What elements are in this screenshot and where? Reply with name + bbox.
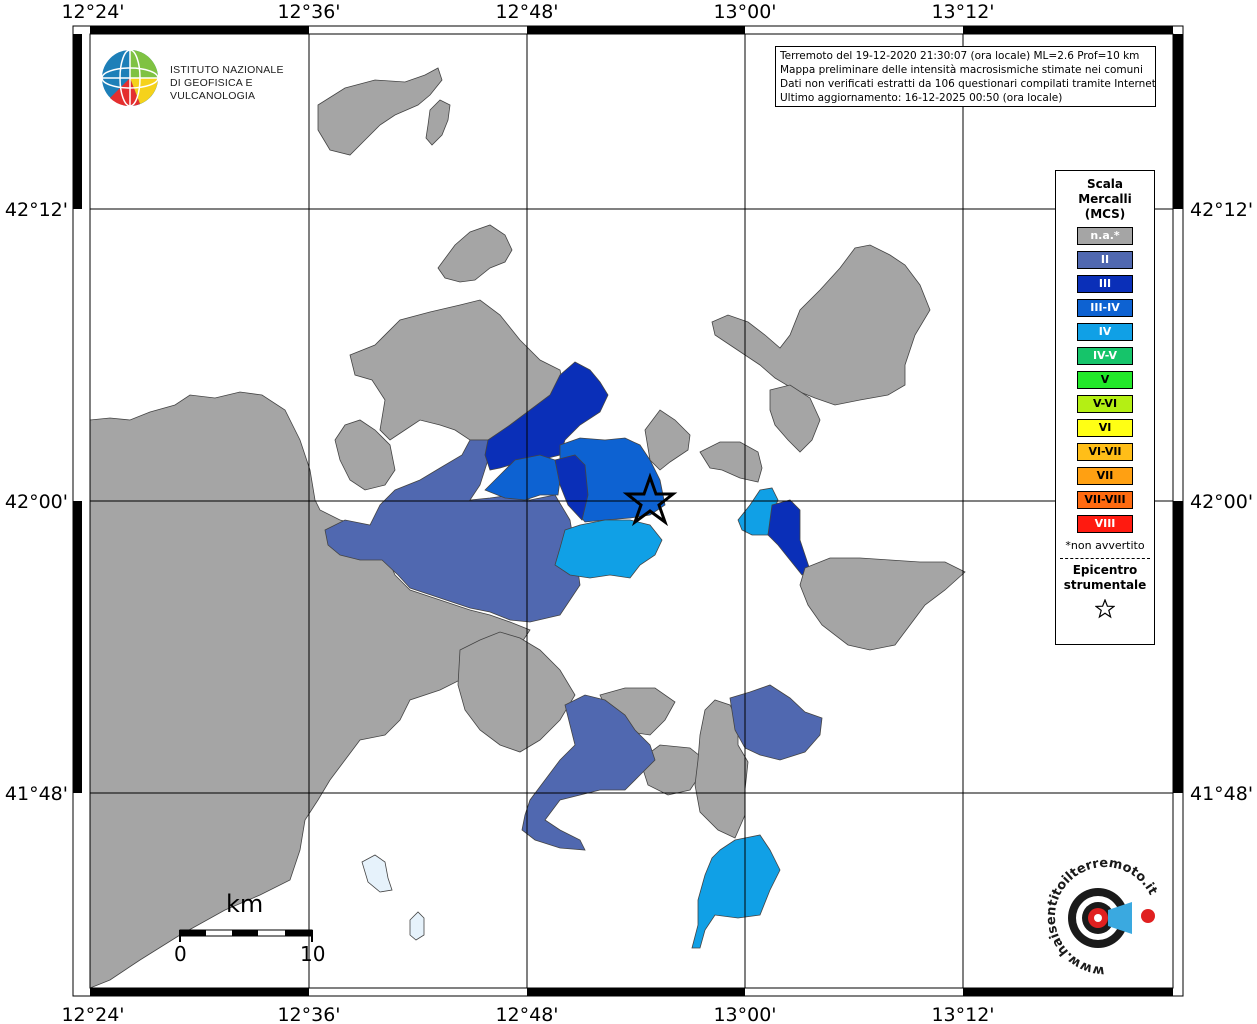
ingv-logo-line2: DI GEOFISICA E VULCANOLOGIA (170, 77, 256, 102)
globe-icon (101, 49, 159, 107)
ingv-logo-line1: ISTITUTO NAZIONALE (170, 64, 284, 76)
legend-title-line: Mercalli (1078, 192, 1132, 206)
legend-swatch-III: III (1077, 275, 1133, 293)
event-info-box: Terremoto del 19-12-2020 21:30:07 (ora l… (775, 46, 1156, 107)
lon-label-top: 12°36' (277, 1, 340, 23)
region-intensity-IV (554, 519, 663, 579)
legend-divider (1060, 558, 1150, 559)
region-ne-1 (644, 409, 691, 471)
info-line: Dati non verificati estratti da 106 ques… (780, 78, 1156, 90)
legend-swatch-IV-V: IV-V (1077, 347, 1133, 365)
legend-swatch-IV: IV (1077, 323, 1133, 341)
intensity-legend: Scala Mercalli (MCS) n.a.* II III III-IV… (1055, 170, 1155, 645)
legend-swatch-VII: VII (1077, 467, 1133, 485)
legend-title-line: Scala (1086, 177, 1124, 191)
legend-epicenter-label: Epicentro strumentale (1056, 563, 1154, 593)
scale-bar-start: 0 (174, 942, 187, 966)
lon-label-top: 13°00' (713, 1, 776, 23)
legend-swatch-III-IV: III-IV (1077, 299, 1133, 317)
lat-label-left: 42°00' (5, 491, 68, 513)
info-line: Ultimo aggiornamento: 16-12-2025 00:50 (… (780, 92, 1063, 104)
scale-bar-end: 10 (300, 942, 326, 966)
legend-swatch-V-VI: V-VI (1077, 395, 1133, 413)
lat-label-right: 42°00' (1190, 491, 1253, 513)
region-nw-1 (317, 67, 443, 156)
scale-bar-unit: km (226, 890, 264, 918)
lat-label-right: 41°48' (1190, 783, 1253, 805)
lat-label-right: 42°12' (1190, 199, 1253, 221)
legend-swatch-II: II (1077, 251, 1133, 269)
lon-label-top: 12°24' (61, 1, 124, 23)
legend-star-icon (1056, 598, 1154, 623)
lake-2 (409, 911, 425, 941)
lon-label-bottom: 12°36' (277, 1004, 340, 1024)
region-nw-2 (425, 99, 451, 146)
legend-swatch-VII-VIII: VII-VIII (1077, 491, 1133, 509)
region-intensity-III-east (767, 499, 811, 576)
legend-epicenter-line: Epicentro (1072, 563, 1138, 577)
lat-label-left: 41°48' (5, 783, 68, 805)
region-intensity-II-se (729, 684, 823, 761)
region-n-1 (437, 224, 513, 283)
lon-label-top: 12°48' (495, 1, 558, 23)
lon-label-bottom: 13°00' (713, 1004, 776, 1024)
legend-swatch-VI-VII: VI-VII (1077, 443, 1133, 461)
legend-note: *non avvertito (1065, 539, 1145, 552)
region-ne-2 (699, 441, 763, 483)
lake-1 (361, 854, 393, 893)
legend-title-line: (MCS) (1084, 207, 1126, 221)
legend-epicenter-line: strumentale (1063, 578, 1147, 592)
scale-bar: km 0 10 (168, 890, 338, 970)
lon-label-bottom: 12°24' (61, 1004, 124, 1024)
region-se-1 (799, 557, 966, 651)
ingv-logo: ISTITUTO NAZIONALE DI GEOFISICA E VULCAN… (100, 48, 320, 110)
lon-label-bottom: 13°12' (931, 1004, 994, 1024)
info-line: Terremoto del 19-12-2020 21:30:07 (ora l… (780, 50, 1140, 62)
region-intensity-IV-south (691, 834, 781, 949)
legend-swatch-V: V (1077, 371, 1133, 389)
lat-label-left: 42°12' (5, 199, 68, 221)
legend-swatch-VIII: VIII (1077, 515, 1133, 533)
legend-swatch-VI: VI (1077, 419, 1133, 437)
lon-label-top: 13°12' (931, 1, 994, 23)
legend-items: n.a.* II III III-IV IV IV-V V V-VI VI VI… (1056, 227, 1154, 533)
hsit-logo: www.haisentitoilterremoto.it (1040, 852, 1170, 982)
lon-label-bottom: 12°48' (495, 1004, 558, 1024)
info-line: Mappa preliminare delle intensità macros… (780, 64, 1143, 76)
legend-title: Scala Mercalli (MCS) (1056, 177, 1154, 222)
region-s-1 (457, 631, 576, 753)
legend-swatch-na: n.a.* (1077, 227, 1133, 245)
